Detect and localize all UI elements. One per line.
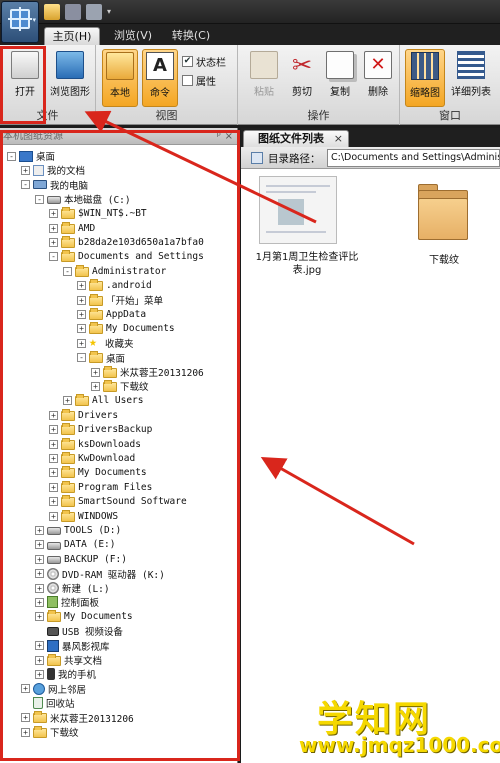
properties-checkbox[interactable]: 属性: [182, 73, 216, 88]
browse-graphics-button[interactable]: 浏览图形: [48, 51, 92, 98]
command-button-label: 命令: [150, 88, 170, 99]
properties-label: 属性: [196, 77, 216, 88]
command-button[interactable]: A 命令: [142, 49, 178, 107]
local-button[interactable]: 本地: [102, 49, 138, 107]
delete-icon: ✕: [364, 51, 392, 79]
browse-graphics-label: 浏览图形: [50, 87, 90, 98]
command-icon: A: [146, 52, 174, 80]
scissors-icon: ✂: [291, 51, 313, 79]
paste-button-label: 粘贴: [254, 87, 274, 98]
delete-button-label: 删除: [368, 87, 388, 98]
cut-button[interactable]: ✂ 剪切: [282, 51, 322, 98]
file-item-folder-name: 下载纹: [429, 255, 459, 266]
tab-file-list[interactable]: 图纸文件列表 ×: [243, 130, 349, 147]
thumbnails-grid-icon: [411, 52, 439, 80]
paste-button[interactable]: 粘贴: [244, 51, 284, 98]
close-icon[interactable]: ×: [334, 131, 343, 146]
path-label: 目录路径：: [268, 153, 321, 165]
folder-icon: [106, 52, 134, 80]
copy-icon: [326, 51, 354, 79]
chevron-down-icon: ▾: [32, 16, 36, 24]
tab-file-list-label: 图纸文件列表: [258, 132, 324, 145]
tab-convert[interactable]: 转换(C): [165, 27, 217, 45]
group-operations: 粘贴 ✂ 剪切 复制 ✕ 删除 操作: [238, 45, 400, 125]
group-window-label: 窗口: [439, 109, 461, 122]
tab-home[interactable]: 主页(H): [44, 27, 100, 45]
group-view: 本地 A 命令 ✔ 状态栏 属性 视图: [96, 45, 238, 125]
file-item-image-name: 1月第1周卫生检查评比表.jpg: [255, 252, 359, 276]
document-tab-bar: 图纸文件列表 ×: [241, 128, 500, 147]
browse-graphics-icon: [56, 51, 84, 79]
paste-icon: [250, 51, 278, 79]
open-folder-icon[interactable]: [44, 4, 60, 20]
thumbnail-line: [266, 191, 316, 193]
thumbnail-line: [266, 185, 330, 187]
statusbar-label: 状态栏: [196, 58, 226, 69]
app-menu-button[interactable]: ▾: [1, 1, 39, 43]
app-logo-icon: [8, 7, 32, 31]
group-view-label: 视图: [155, 109, 178, 122]
details-list-icon: [457, 51, 485, 79]
annotation-highlight-tree: [0, 130, 240, 761]
path-field[interactable]: C:\Documents and Settings\Administrator\…: [327, 149, 500, 167]
checkbox-empty-icon: [182, 75, 193, 86]
thumbnail-block: [278, 199, 304, 225]
statusbar-checkbox[interactable]: ✔ 状态栏: [182, 54, 226, 69]
thumbnails-button-label: 缩略图: [410, 88, 440, 99]
details-button-label: 详细列表: [451, 87, 491, 98]
content-area: 图纸文件列表 × 目录路径： C:\Documents and Settings…: [241, 128, 500, 763]
group-window: 缩略图 详细列表 窗口: [400, 45, 500, 125]
local-button-label: 本地: [110, 88, 130, 99]
thumbnail-line: [266, 231, 326, 233]
quick-access-toolbar: ▾: [44, 3, 115, 21]
path-bar: 目录路径： C:\Documents and Settings\Administ…: [241, 147, 500, 169]
chevron-down-icon[interactable]: ▾: [107, 4, 115, 20]
group-operations-label: 操作: [307, 109, 330, 122]
details-button[interactable]: 详细列表: [448, 51, 494, 98]
copy-button[interactable]: 复制: [320, 51, 360, 98]
save-icon[interactable]: [65, 4, 81, 20]
delete-button[interactable]: ✕ 删除: [358, 51, 398, 98]
print-icon[interactable]: [86, 4, 102, 20]
directory-icon: [251, 152, 263, 164]
ribbon-tabs: 主页(H) 浏览(V) 转换(C): [0, 24, 500, 45]
tab-browse[interactable]: 浏览(V): [106, 27, 160, 45]
ribbon: 打开 浏览图形 文件 本地 A 命令 ✔ 状态栏 属性 视图 粘贴 ✂ 剪切 复…: [0, 45, 500, 125]
folder-front: [418, 198, 468, 240]
checkmark-icon: ✔: [182, 56, 193, 67]
thumbnails-button[interactable]: 缩略图: [405, 49, 445, 107]
folder-icon: [418, 184, 468, 240]
annotation-highlight-open: [0, 46, 46, 124]
watermark-url: www.jmqz1000.com: [299, 733, 500, 757]
copy-button-label: 复制: [330, 87, 350, 98]
image-thumbnail: [259, 176, 337, 244]
cut-button-label: 剪切: [292, 87, 312, 98]
title-bar: ▾: [0, 0, 500, 24]
